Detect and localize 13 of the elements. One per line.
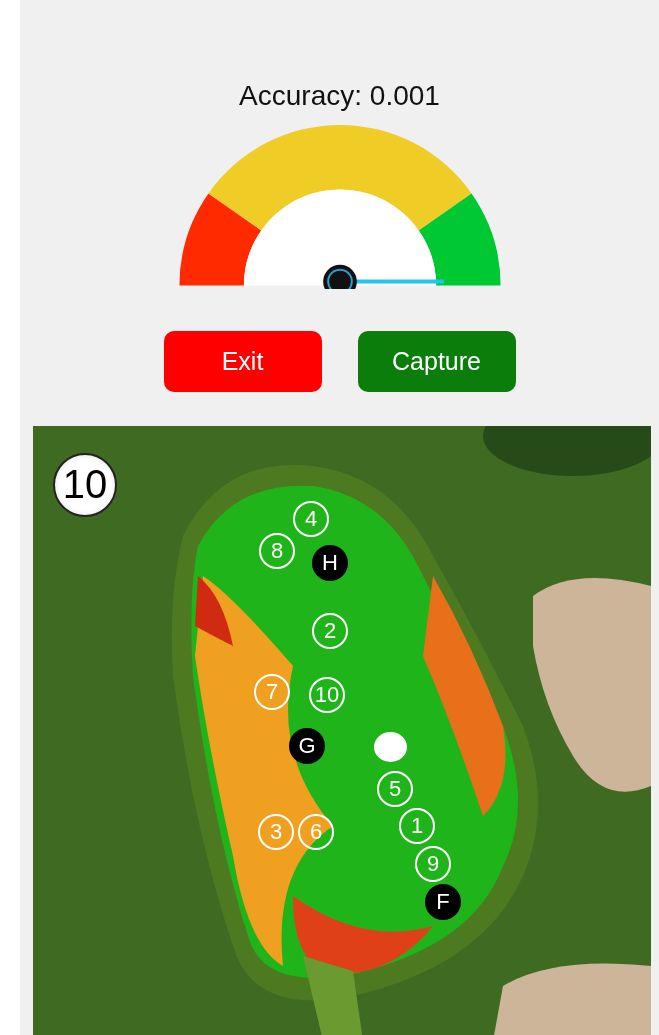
shot-marker[interactable]: 2 [312,612,348,649]
shot-marker[interactable]: 3 [258,813,294,850]
capture-button[interactable]: Capture [357,330,516,392]
accuracy-label: Accuracy: 0.001 [239,80,440,112]
shot-marker[interactable]: 10 [309,676,345,713]
shot-marker[interactable]: 6 [298,813,334,850]
exit-button[interactable]: Exit [163,330,322,392]
shot-marker[interactable]: 5 [377,770,413,807]
shot-marker[interactable]: 9 [415,845,451,882]
shot-marker[interactable]: 4 [293,500,329,537]
shot-marker[interactable]: 8 [259,532,295,569]
shot-marker[interactable]: 1 [399,807,435,844]
shot-marker[interactable]: 7 [254,673,290,710]
